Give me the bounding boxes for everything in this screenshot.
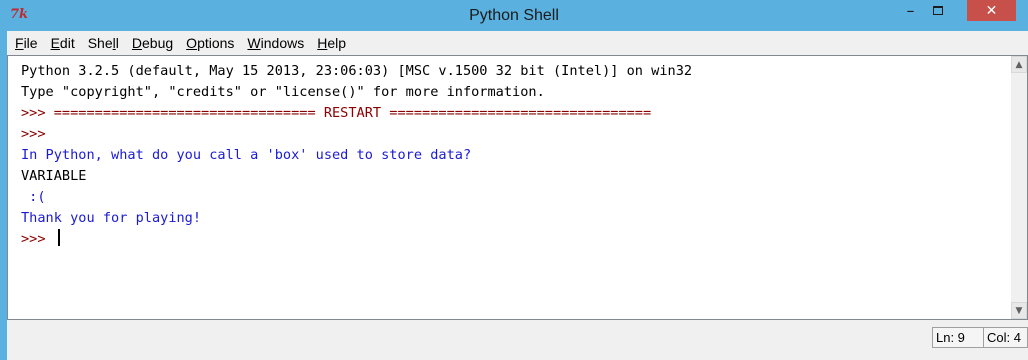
menu-item-shell[interactable]: Shell: [82, 35, 126, 51]
menu-label-suffix: dit: [59, 35, 75, 51]
title-bar[interactable]: 7k Python Shell – ✕: [0, 0, 1028, 31]
shell-line: >>> ================================ RES…: [21, 103, 1011, 124]
menu-label-prefix: She: [87, 35, 113, 51]
menu-label-suffix: elp: [327, 35, 347, 51]
arrow-down-icon: ▼: [1015, 305, 1023, 316]
scroll-down-button[interactable]: ▼: [1011, 302, 1027, 319]
menu-bar: File Edit Shell Debug Options Windows Help: [7, 31, 1028, 56]
menu-item-file[interactable]: File: [7, 35, 45, 51]
shell-output[interactable]: Python 3.2.5 (default, May 15 2013, 23:0…: [21, 61, 1011, 316]
close-icon: ✕: [985, 2, 998, 19]
window-title: Python Shell: [469, 7, 559, 24]
menu-accelerator-key: O: [186, 35, 198, 51]
text-cursor: [57, 229, 60, 246]
maximize-icon: [932, 6, 943, 15]
shell-line: Thank you for playing!: [21, 208, 1011, 229]
menu-label-suffix: indows: [260, 35, 305, 51]
menu-accelerator-key: F: [15, 35, 24, 51]
menu-item-help[interactable]: Help: [311, 35, 353, 51]
menu-label-suffix: ile: [23, 35, 38, 51]
shell-line-text: VARIABLE: [21, 168, 87, 184]
vertical-scrollbar[interactable]: ▲ ▼: [1011, 56, 1027, 319]
menu-label-suffix: ebug: [142, 35, 174, 51]
scroll-up-button[interactable]: ▲: [1011, 56, 1027, 73]
column-number-indicator: Col: 4: [983, 327, 1028, 348]
close-button[interactable]: ✕: [967, 0, 1016, 21]
menu-accelerator-key: D: [131, 35, 143, 51]
shell-line-text: Python 3.2.5 (default, May 15 2013, 23:0…: [21, 63, 693, 79]
shell-line: Type "copyright", "credits" or "license(…: [21, 82, 1011, 103]
shell-line: :(: [21, 187, 1011, 208]
line-number-indicator: Ln: 9: [932, 327, 984, 348]
menu-item-options[interactable]: Options: [180, 35, 241, 51]
status-bar: Ln: 9 Col: 4: [7, 320, 1028, 360]
shell-line-text: >>>: [21, 126, 46, 142]
shell-line: >>>: [21, 229, 1011, 250]
shell-line: >>>: [21, 124, 1011, 145]
shell-line-text: >>> ================================ RES…: [21, 105, 652, 121]
shell-line-text: :(: [21, 189, 46, 205]
shell-line: Python 3.2.5 (default, May 15 2013, 23:0…: [21, 61, 1011, 82]
minimize-icon: –: [906, 1, 915, 20]
menu-item-debug[interactable]: Debug: [126, 35, 180, 51]
minimize-button[interactable]: –: [897, 0, 924, 21]
arrow-up-icon: ▲: [1015, 59, 1023, 70]
shell-line: In Python, what do you call a 'box' used…: [21, 145, 1011, 166]
menu-accelerator-key: E: [50, 35, 60, 51]
menu-label-suffix: l: [115, 35, 119, 51]
menu-item-windows[interactable]: Windows: [241, 35, 311, 51]
shell-line-text: In Python, what do you call a 'box' used…: [21, 147, 472, 163]
shell-line-text: Thank you for playing!: [21, 210, 202, 226]
menu-label-suffix: ptions: [197, 35, 235, 51]
shell-line-text: >>>: [21, 231, 54, 247]
menu-accelerator-key: H: [317, 35, 328, 51]
shell-line: VARIABLE: [21, 166, 1011, 187]
python-shell-window: 7k Python Shell – ✕ File Edit Shell Debug Op…: [0, 0, 1028, 360]
menu-item-edit[interactable]: Edit: [45, 35, 82, 51]
menu-accelerator-key: W: [247, 35, 261, 51]
shell-line-text: Type "copyright", "credits" or "license(…: [21, 84, 545, 100]
maximize-button[interactable]: [924, 0, 951, 21]
